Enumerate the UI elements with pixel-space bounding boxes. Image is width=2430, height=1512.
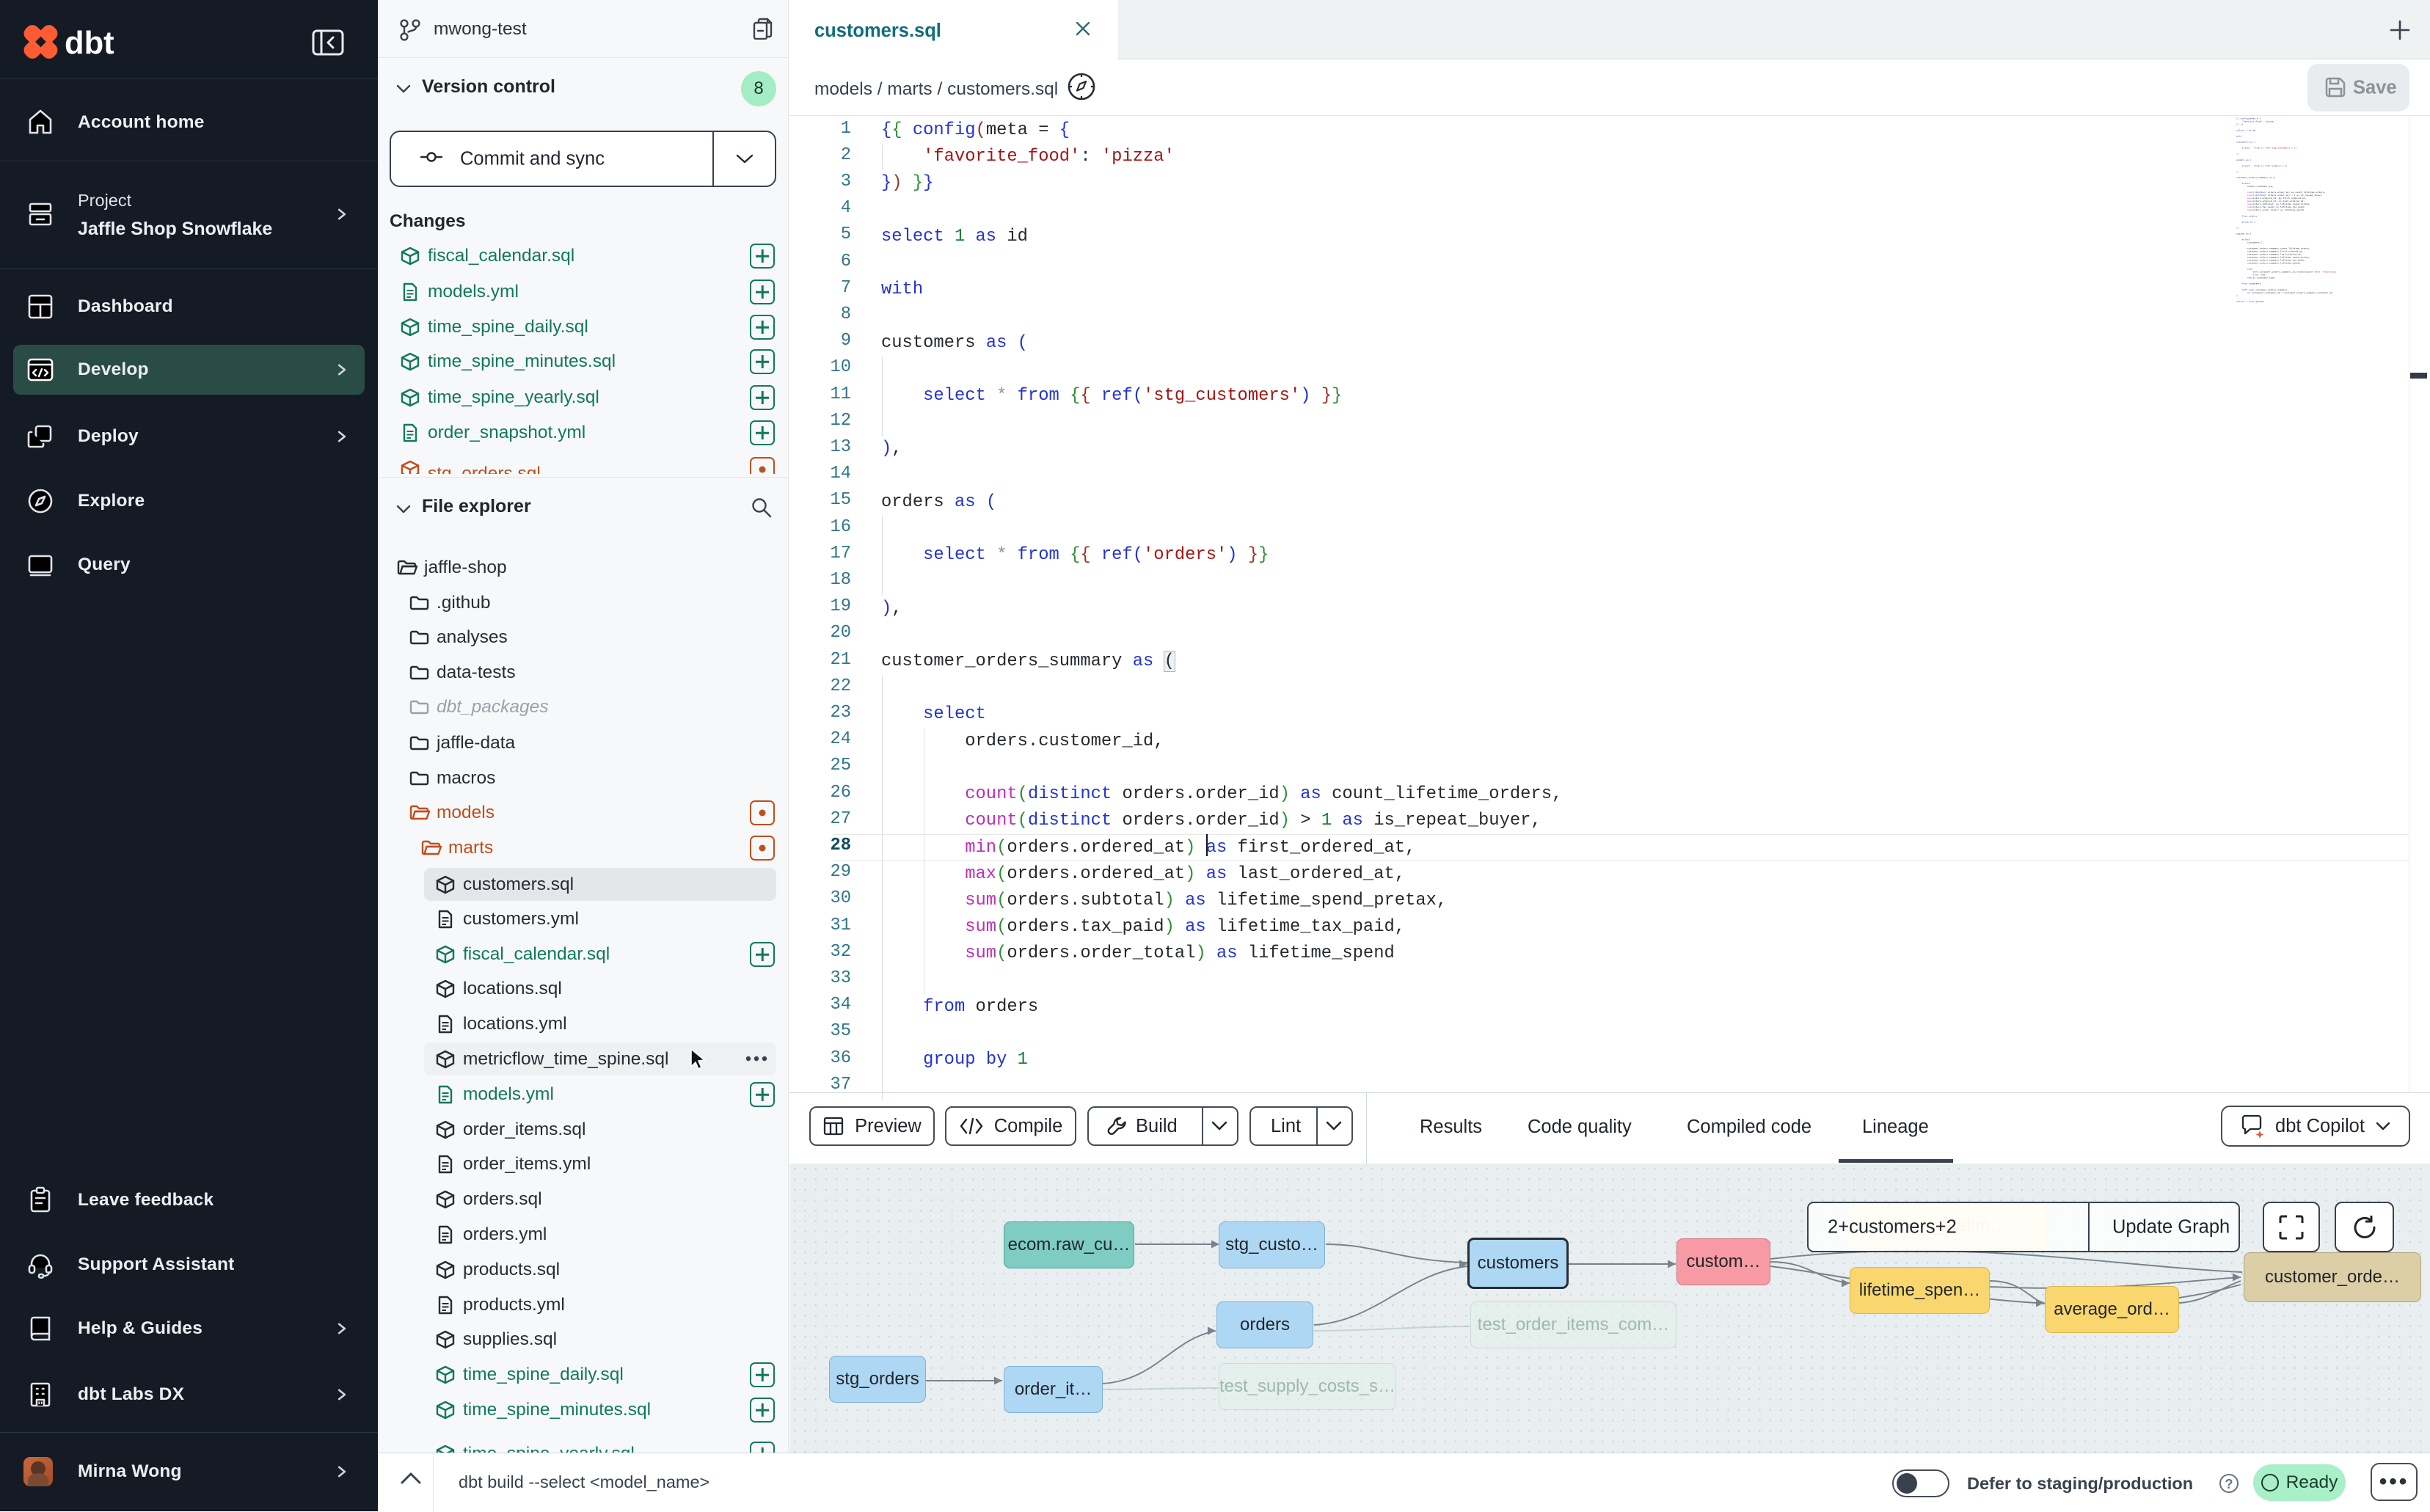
svg-text:dbt: dbt bbox=[65, 26, 114, 61]
